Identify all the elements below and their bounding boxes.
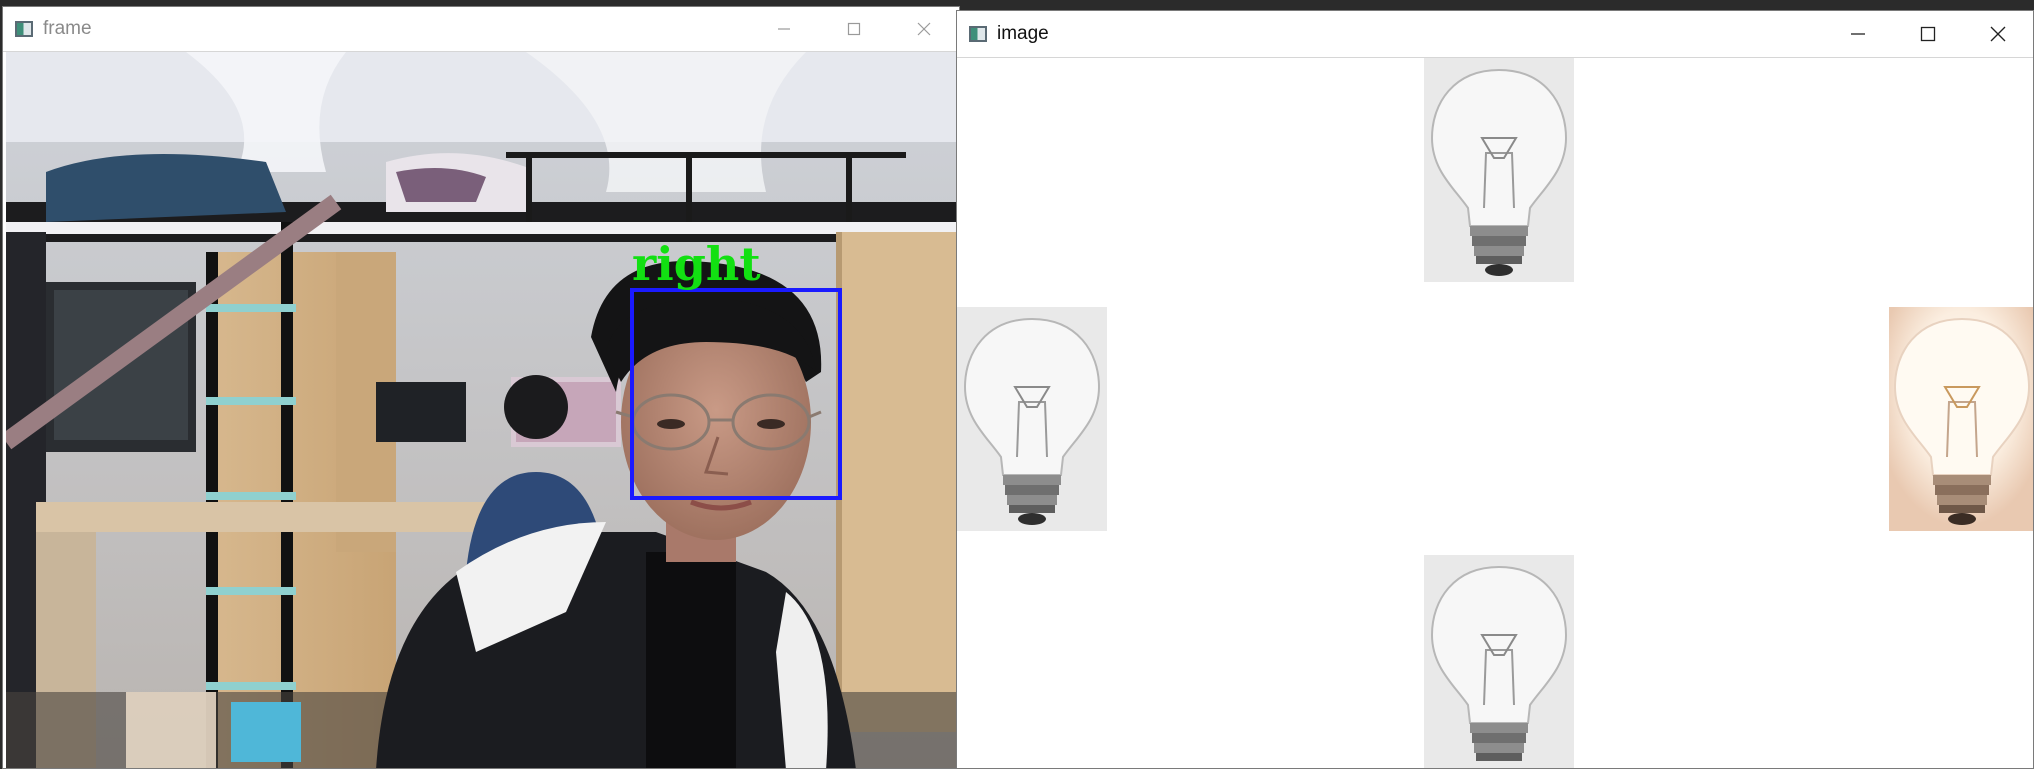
minimize-icon <box>778 28 790 30</box>
window-app-icon <box>15 21 33 37</box>
maximize-button[interactable] <box>1893 11 1963 57</box>
close-icon <box>1990 26 2006 42</box>
close-button[interactable] <box>889 7 959 51</box>
lightbulb-lit-icon <box>1889 307 2033 531</box>
window-app-icon <box>969 26 987 42</box>
maximize-button[interactable] <box>819 7 889 51</box>
image-window-title: image <box>997 23 1049 44</box>
maximize-icon <box>1920 26 1936 42</box>
frame-window-title: frame <box>43 18 92 39</box>
bulb-left <box>957 307 1107 531</box>
lightbulb-icon <box>1424 58 1574 282</box>
webcam-video-feed: right <box>6 52 958 768</box>
detection-label: right <box>632 237 761 291</box>
maximize-icon <box>847 22 861 36</box>
minimize-button[interactable] <box>1823 11 1893 57</box>
image-titlebar[interactable]: image <box>957 11 2033 58</box>
lightbulb-icon <box>1424 555 1574 768</box>
minimize-button[interactable] <box>749 7 819 51</box>
image-window: image <box>956 10 2034 769</box>
image-canvas <box>957 58 2033 768</box>
bulb-bottom <box>1424 555 1574 768</box>
bulb-right-lit <box>1889 307 2033 531</box>
lightbulb-icon <box>957 307 1107 531</box>
frame-titlebar[interactable]: frame <box>3 7 959 52</box>
close-button[interactable] <box>1963 11 2033 57</box>
close-icon <box>917 22 931 36</box>
bulb-top <box>1424 58 1574 282</box>
webcam-scene: right <box>6 52 958 768</box>
frame-window: frame right <box>2 6 960 769</box>
minimize-icon <box>1851 33 1865 35</box>
